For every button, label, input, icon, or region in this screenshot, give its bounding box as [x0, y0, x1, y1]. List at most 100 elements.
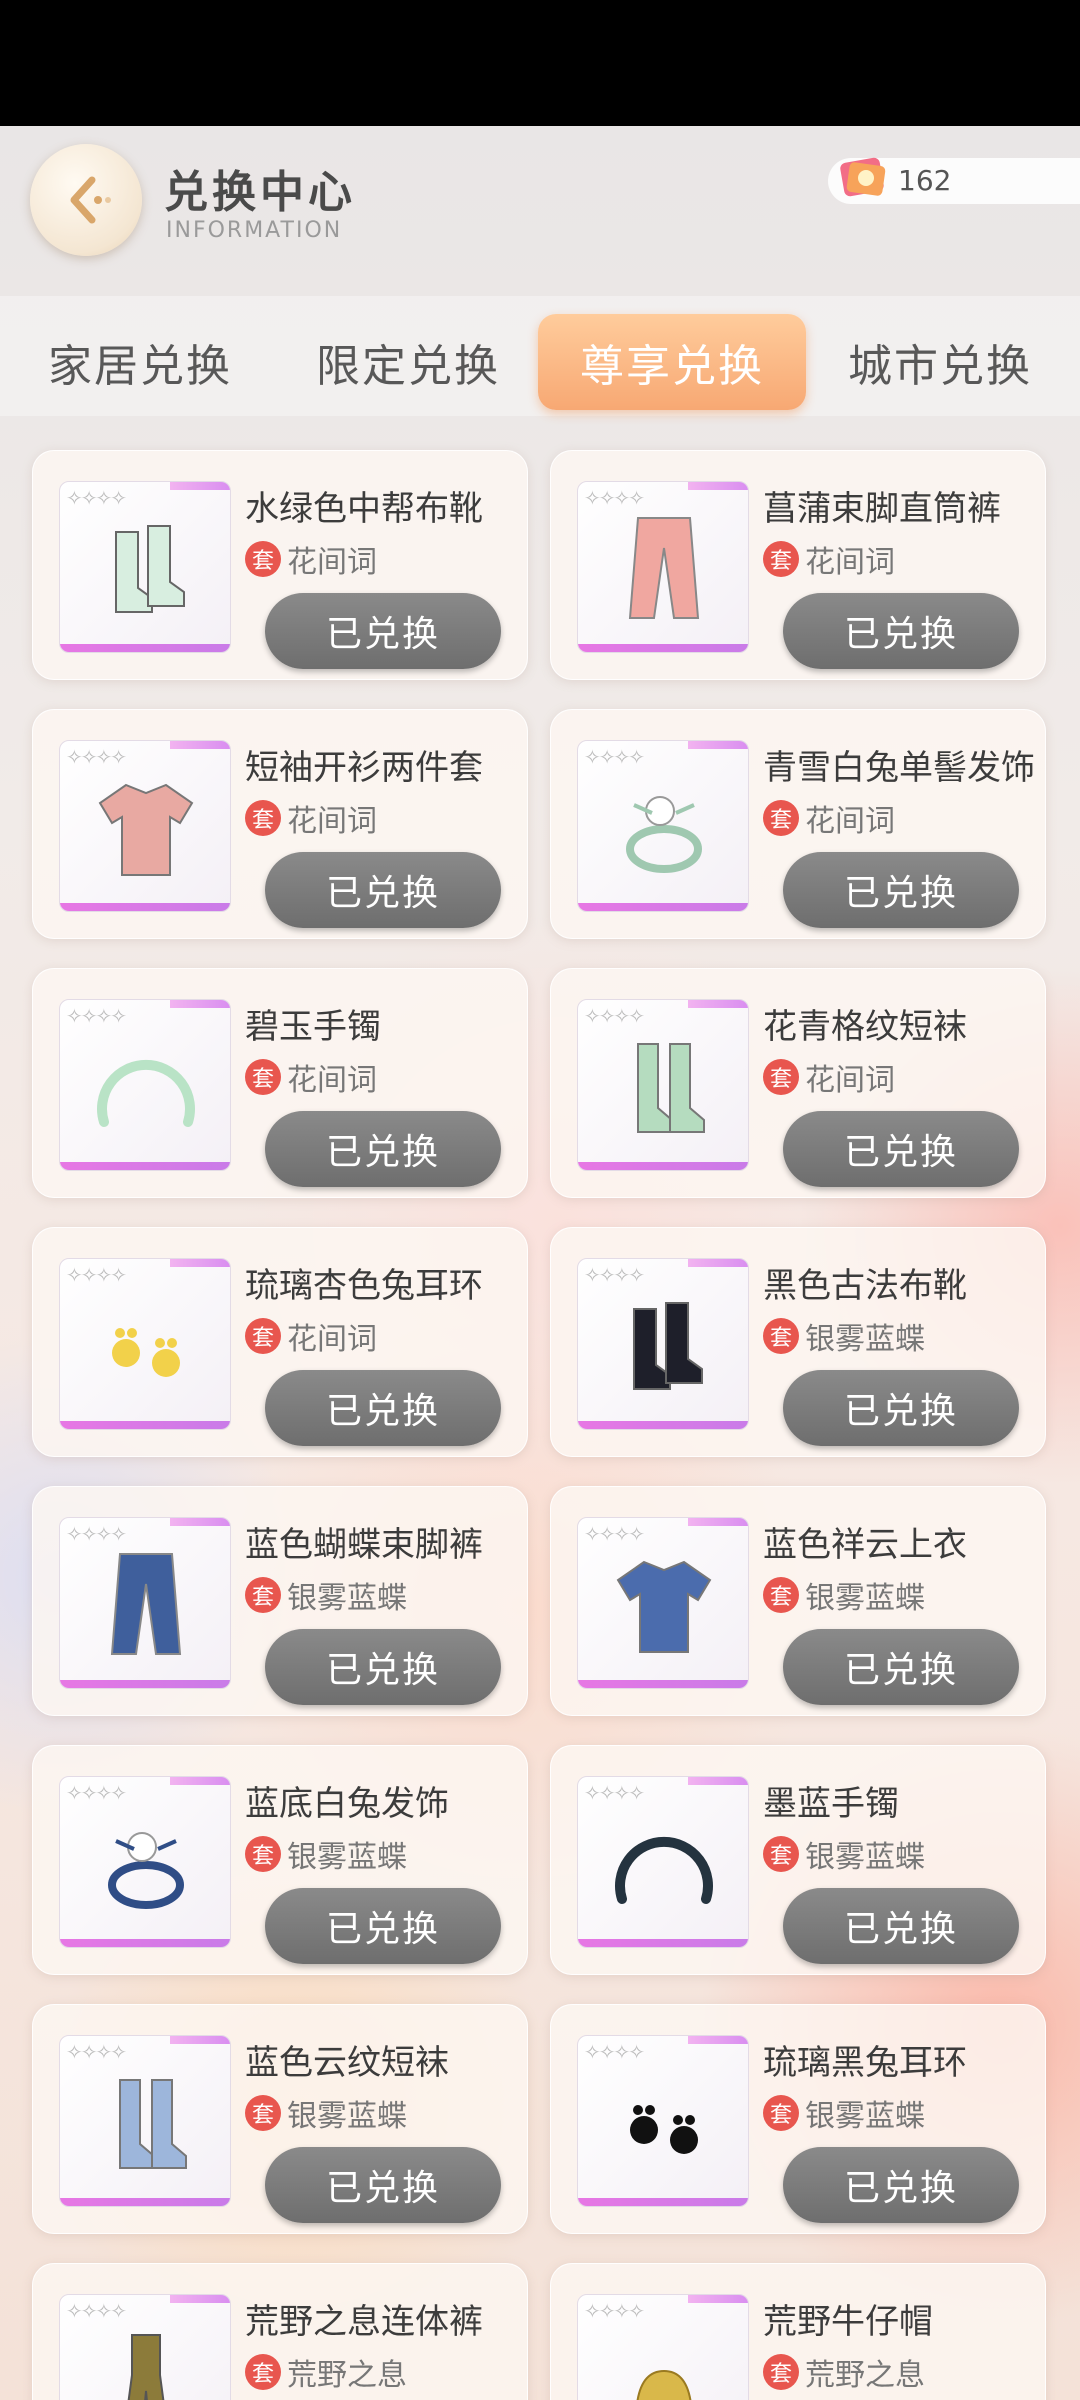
- item-thumbnail[interactable]: ✧✧✧✧: [59, 481, 231, 653]
- set-row: 套 花间词: [245, 1314, 377, 1358]
- set-badge: 套: [245, 1059, 281, 1095]
- earrings-icon: [630, 2105, 698, 2154]
- rarity-stars: ✧✧✧✧: [584, 1263, 645, 1287]
- item-card[interactable]: ✧✧✧✧ 短袖开衫两件套 套 花间词 已兑换: [32, 709, 528, 939]
- item-card[interactable]: ✧✧✧✧ 荒野牛仔帽 套 荒野之息 已兑换: [550, 2263, 1046, 2400]
- rarity-stripe: [60, 1162, 230, 1170]
- set-badge: 套: [763, 2095, 799, 2131]
- tab-home-exchange[interactable]: 家居兑换: [6, 314, 274, 410]
- bracelet-icon: [97, 1059, 195, 1127]
- redeemed-button[interactable]: 已兑换: [265, 1629, 501, 1705]
- item-thumbnail[interactable]: ✧✧✧✧: [577, 1776, 749, 1948]
- item-thumbnail[interactable]: ✧✧✧✧: [59, 1258, 231, 1430]
- item-thumbnail[interactable]: ✧✧✧✧: [59, 740, 231, 912]
- item-card[interactable]: ✧✧✧✧ 碧玉手镯 套 花间词 已兑换: [32, 968, 528, 1198]
- exchange-center-screen: 兑换中心 INFORMATION 162 家居兑换 限定兑换 尊享兑换 城市兑换…: [0, 126, 1080, 2400]
- rarity-stars: ✧✧✧✧: [584, 486, 645, 510]
- item-name: 琉璃黑兔耳环: [763, 2043, 967, 2083]
- redeemed-button[interactable]: 已兑换: [783, 1629, 1019, 1705]
- item-card[interactable]: ✧✧✧✧ 水绿色中帮布靴 套 花间词 已兑换: [32, 450, 528, 680]
- item-card[interactable]: ✧✧✧✧ 黑色古法布靴 套 银雾蓝蝶 已兑换: [550, 1227, 1046, 1457]
- ticket-currency-icon: [840, 157, 886, 197]
- item-thumbnail[interactable]: ✧✧✧✧: [59, 2035, 231, 2207]
- tab-limited-exchange[interactable]: 限定兑换: [274, 314, 542, 410]
- rarity-corner: [688, 2036, 748, 2044]
- rarity-stars: ✧✧✧✧: [66, 1004, 127, 1028]
- item-thumbnail[interactable]: ✧✧✧✧: [577, 2035, 749, 2207]
- tab-premium-exchange[interactable]: 尊享兑换: [538, 314, 806, 410]
- set-badge: 套: [763, 1059, 799, 1095]
- set-name: 花间词: [287, 545, 377, 580]
- rarity-corner: [170, 1000, 230, 1008]
- item-thumbnail[interactable]: ✧✧✧✧: [59, 1517, 231, 1689]
- rarity-stars: ✧✧✧✧: [584, 1004, 645, 1028]
- set-name: 荒野之息: [287, 2358, 407, 2393]
- set-badge: 套: [763, 1577, 799, 1613]
- redeemed-button[interactable]: 已兑换: [265, 1111, 501, 1187]
- redeemed-button[interactable]: 已兑换: [783, 852, 1019, 928]
- bracelet-icon: [615, 1836, 713, 1904]
- set-row: 套 花间词: [245, 796, 377, 840]
- redeemed-button[interactable]: 已兑换: [783, 2147, 1019, 2223]
- item-card[interactable]: ✧✧✧✧ 蓝色祥云上衣 套 银雾蓝蝶 已兑换: [550, 1486, 1046, 1716]
- set-row: 套 荒野之息: [763, 2350, 925, 2394]
- rarity-stripe: [60, 1680, 230, 1688]
- rarity-stars: ✧✧✧✧: [66, 1781, 127, 1805]
- rarity-stars: ✧✧✧✧: [66, 745, 127, 769]
- item-card[interactable]: ✧✧✧✧ 荒野之息连体裤 套 荒野之息 已兑换: [32, 2263, 528, 2400]
- top-icon: [98, 783, 194, 876]
- rarity-corner: [688, 1777, 748, 1785]
- item-name: 水绿色中帮布靴: [245, 489, 483, 529]
- set-name: 银雾蓝蝶: [805, 1840, 925, 1875]
- item-thumbnail[interactable]: ✧✧✧✧: [577, 481, 749, 653]
- item-card[interactable]: ✧✧✧✧ 菖蒲束脚直筒裤 套 花间词 已兑换: [550, 450, 1046, 680]
- status-bar: [0, 0, 1080, 126]
- hairpiece-icon: [108, 1832, 184, 1909]
- set-badge: 套: [763, 2354, 799, 2390]
- item-name: 短袖开衫两件套: [245, 748, 483, 788]
- back-arrow-icon: [70, 176, 111, 224]
- item-card[interactable]: ✧✧✧✧ 蓝底白兔发饰 套 银雾蓝蝶 已兑换: [32, 1745, 528, 1975]
- redeemed-button[interactable]: 已兑换: [783, 593, 1019, 669]
- top-icon: [616, 1560, 712, 1653]
- rarity-stripe: [578, 2198, 748, 2206]
- item-card[interactable]: ✧✧✧✧ 蓝色蝴蝶束脚裤 套 银雾蓝蝶 已兑换: [32, 1486, 528, 1716]
- redeemed-button[interactable]: 已兑换: [265, 593, 501, 669]
- item-card[interactable]: ✧✧✧✧ 花青格纹短袜 套 花间词 已兑换: [550, 968, 1046, 1198]
- item-name: 琉璃杏色兔耳环: [245, 1266, 483, 1306]
- item-thumbnail[interactable]: ✧✧✧✧: [59, 999, 231, 1171]
- set-name: 银雾蓝蝶: [805, 1322, 925, 1357]
- set-row: 套 花间词: [245, 1055, 377, 1099]
- redeemed-button[interactable]: 已兑换: [783, 1888, 1019, 1964]
- item-thumbnail[interactable]: ✧✧✧✧: [577, 1517, 749, 1689]
- item-thumbnail[interactable]: ✧✧✧✧: [59, 2294, 231, 2400]
- set-row: 套 银雾蓝蝶: [763, 1314, 925, 1358]
- item-thumbnail[interactable]: ✧✧✧✧: [577, 2294, 749, 2400]
- item-card[interactable]: ✧✧✧✧ 琉璃黑兔耳环 套 银雾蓝蝶 已兑换: [550, 2004, 1046, 2234]
- item-card[interactable]: ✧✧✧✧ 琉璃杏色兔耳环 套 花间词 已兑换: [32, 1227, 528, 1457]
- item-card[interactable]: ✧✧✧✧ 蓝色云纹短袜 套 银雾蓝蝶 已兑换: [32, 2004, 528, 2234]
- rarity-corner: [170, 1518, 230, 1526]
- item-name: 蓝底白兔发饰: [245, 1784, 449, 1824]
- tab-city-exchange[interactable]: 城市兑换: [806, 314, 1074, 410]
- item-card[interactable]: ✧✧✧✧ 墨蓝手镯 套 银雾蓝蝶 已兑换: [550, 1745, 1046, 1975]
- item-thumbnail[interactable]: ✧✧✧✧: [577, 740, 749, 912]
- item-card[interactable]: ✧✧✧✧ 青雪白兔单髻发饰 套 花间词 已兑换: [550, 709, 1046, 939]
- redeemed-button[interactable]: 已兑换: [265, 1370, 501, 1446]
- rarity-stars: ✧✧✧✧: [584, 1781, 645, 1805]
- redeemed-button[interactable]: 已兑换: [265, 852, 501, 928]
- back-button[interactable]: [30, 144, 142, 256]
- item-thumbnail[interactable]: ✧✧✧✧: [59, 1776, 231, 1948]
- rarity-stars: ✧✧✧✧: [66, 486, 127, 510]
- rarity-corner: [170, 741, 230, 749]
- item-name: 黑色古法布靴: [763, 1266, 967, 1306]
- set-row: 套 荒野之息: [245, 2350, 407, 2394]
- item-thumbnail[interactable]: ✧✧✧✧: [577, 1258, 749, 1430]
- redeemed-button[interactable]: 已兑换: [265, 1888, 501, 1964]
- redeemed-button[interactable]: 已兑换: [783, 1370, 1019, 1446]
- item-thumbnail[interactable]: ✧✧✧✧: [577, 999, 749, 1171]
- set-badge: 套: [763, 1836, 799, 1872]
- redeemed-button[interactable]: 已兑换: [783, 1111, 1019, 1187]
- socks-icon: [637, 1043, 705, 1133]
- redeemed-button[interactable]: 已兑换: [265, 2147, 501, 2223]
